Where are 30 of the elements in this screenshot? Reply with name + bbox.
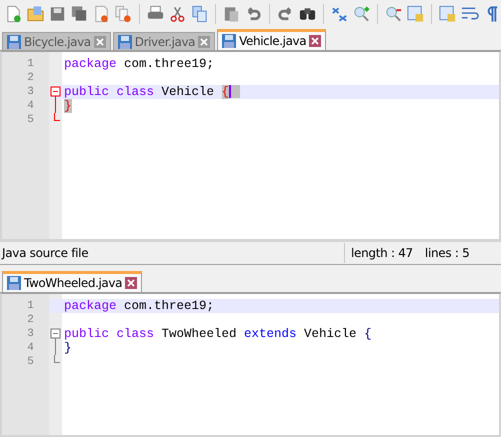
- code-line: public class TwoWheeled extends Vehicle {: [63, 326, 372, 341]
- copy-icon[interactable]: [190, 4, 210, 24]
- zoom-in-icon[interactable]: [352, 4, 372, 24]
- code-line: package com.three19;: [63, 298, 214, 313]
- code-line: package com.three19;: [63, 57, 214, 71]
- line-number: 1: [2, 298, 49, 313]
- file-tab[interactable]: Driver.java: [112, 32, 216, 50]
- fold-end-line: [54, 113, 60, 121]
- close-icon[interactable]: [94, 36, 106, 48]
- close-icon[interactable]: [198, 36, 210, 48]
- fold-end-line: [54, 354, 60, 363]
- code-line: public class Vehicle {: [62, 85, 240, 99]
- fold-toggle-icon[interactable]: [50, 326, 61, 341]
- fold-toggle-icon[interactable]: [50, 85, 61, 99]
- close-icon[interactable]: [309, 35, 322, 47]
- length-label: length : 47: [351, 246, 413, 260]
- cut-icon[interactable]: [168, 4, 188, 24]
- code-editor[interactable]: 1 package com.three19; 2 3 public class Vehicle { 4 } 5: [0, 51, 501, 241]
- line-number: 3: [2, 85, 49, 99]
- code-editor[interactable]: 1 package com.three19; 2 3 public class TwoWheeled extends Vehicle { 4 } 5: [0, 292, 501, 437]
- file-tab[interactable]: Vehicle.java: [217, 29, 326, 50]
- open-folder-icon[interactable]: [26, 4, 46, 24]
- close-icon[interactable]: [125, 276, 138, 289]
- zoom-out-icon[interactable]: [384, 4, 404, 24]
- code-line: }: [63, 340, 72, 355]
- file-tab[interactable]: Bicycle.java: [2, 32, 111, 50]
- file-type-label: Java source file: [0, 246, 90, 260]
- file-tab[interactable]: TwoWheeled.java: [2, 270, 142, 292]
- lines-label: lines : 5: [424, 246, 470, 260]
- close-all-icon[interactable]: [114, 4, 134, 24]
